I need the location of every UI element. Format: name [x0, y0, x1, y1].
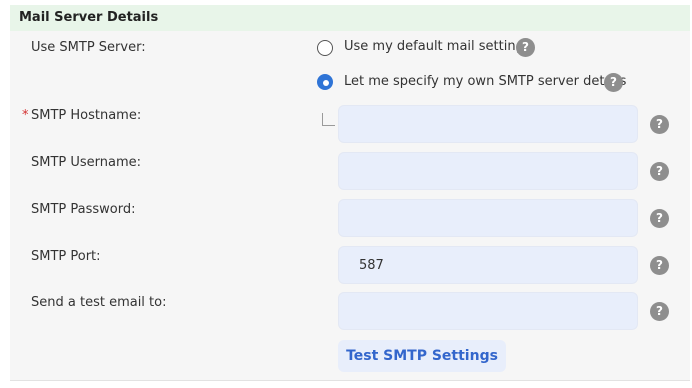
smtp-password-label: SMTP Password: [31, 202, 136, 217]
smtp-hostname-label: SMTP Hostname: [31, 108, 142, 123]
test-email-label: Send a test email to: [31, 295, 167, 310]
test-smtp-settings-button[interactable]: Test SMTP Settings [338, 340, 506, 372]
radio-custom-smtp-label[interactable]: Let me specify my own SMTP server detail… [344, 74, 626, 89]
help-icon[interactable]: ? [604, 73, 623, 92]
smtp-password-input[interactable] [338, 199, 638, 237]
smtp-port-input[interactable] [338, 246, 638, 284]
radio-default-mail-settings[interactable] [317, 40, 333, 56]
help-icon[interactable]: ? [650, 115, 669, 134]
smtp-username-label: SMTP Username: [31, 155, 142, 170]
smtp-port-label: SMTP Port: [31, 249, 101, 264]
smtp-hostname-input[interactable] [338, 105, 638, 143]
tree-connector-icon [322, 113, 335, 126]
panel-title: Mail Server Details [19, 10, 159, 25]
radio-custom-smtp[interactable] [317, 74, 333, 90]
help-icon[interactable]: ? [650, 256, 669, 275]
mail-server-panel: Mail Server Details Use SMTP Server: Use… [10, 5, 690, 381]
help-icon[interactable]: ? [650, 209, 669, 228]
radio-default-mail-settings-label[interactable]: Use my default mail settings [344, 39, 531, 54]
smtp-server-label: Use SMTP Server: [31, 40, 146, 55]
help-icon[interactable]: ? [516, 38, 535, 57]
panel-header: Mail Server Details [10, 5, 690, 31]
help-icon[interactable]: ? [650, 302, 669, 321]
smtp-username-input[interactable] [338, 152, 638, 190]
required-marker: * [22, 108, 29, 123]
test-email-input[interactable] [338, 292, 638, 330]
help-icon[interactable]: ? [650, 162, 669, 181]
